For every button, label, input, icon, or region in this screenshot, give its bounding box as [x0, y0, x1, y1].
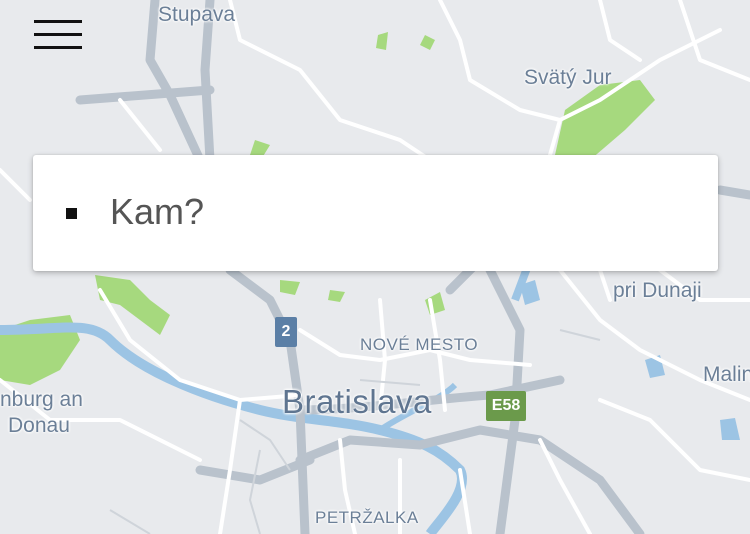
menu-button[interactable]: [26, 10, 90, 62]
destination-search-placeholder: Kam?: [110, 191, 205, 232]
map-label-hainburg-line1: nburg an: [0, 388, 83, 411]
map-label-svaty-jur: Svätý Jur: [524, 66, 612, 89]
destination-search-box[interactable]: Kam?: [33, 155, 718, 271]
route-2-shield: 2: [275, 317, 297, 347]
map-label-stupava: Stupava: [158, 3, 236, 26]
map-label-bratislava: Bratislava: [282, 383, 432, 420]
map-label-petrzalka: PETRŽALKA: [315, 508, 419, 527]
route-e58-shield: E58: [486, 391, 526, 421]
square-destination-icon: [66, 208, 77, 219]
map-label-malin: Malin: [703, 363, 750, 386]
map-label-pri-dunaji: pri Dunaji: [613, 279, 702, 302]
map-label-nove-mesto: NOVÉ MESTO: [360, 335, 479, 354]
map-label-hainburg-line2: Donau: [8, 414, 70, 437]
